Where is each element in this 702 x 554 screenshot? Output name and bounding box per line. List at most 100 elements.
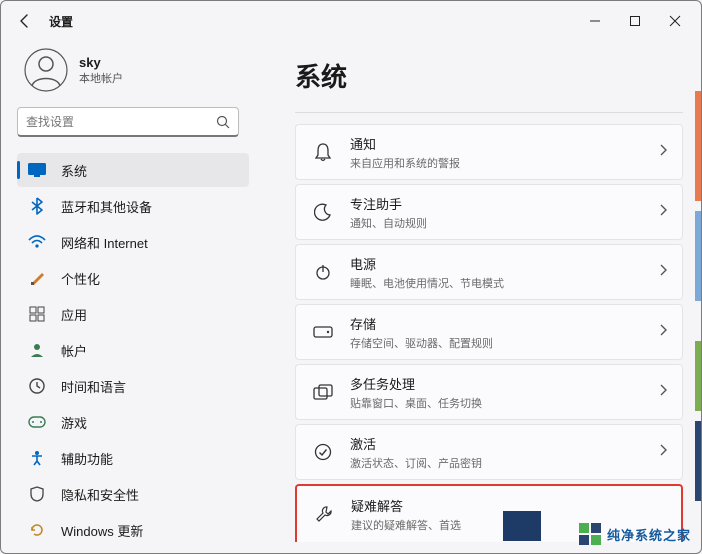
- sidebar-item-label: 隐私和安全性: [61, 485, 139, 504]
- multitask-icon: [312, 381, 334, 403]
- wrench-icon: [313, 503, 335, 525]
- sidebar-item-time-language[interactable]: 时间和语言: [17, 369, 249, 403]
- chevron-right-icon: [658, 323, 668, 342]
- body: sky 本地帐户 系统: [1, 41, 701, 553]
- storage-icon: [312, 321, 334, 343]
- main-content: 系统 通知 来自应用和系统的警报: [249, 41, 701, 553]
- wifi-icon: [27, 232, 47, 252]
- setting-subtitle: 来自应用和系统的警报: [350, 155, 658, 171]
- setting-subtitle: 通知、自动规则: [350, 215, 658, 231]
- arrow-left-icon: [17, 13, 33, 29]
- account-type: 本地帐户: [79, 70, 123, 86]
- sidebar-item-label: 蓝牙和其他设备: [61, 197, 152, 216]
- sidebar-item-label: Windows 更新: [61, 521, 143, 540]
- sidebar-item-accessibility[interactable]: 辅助功能: [17, 441, 249, 475]
- maximize-icon: [629, 15, 641, 27]
- back-button[interactable]: [11, 7, 39, 35]
- setting-item-power[interactable]: 电源 睡眠、电池使用情况、节电模式: [295, 244, 683, 300]
- search-input[interactable]: [26, 115, 216, 129]
- previous-item-edge: [295, 112, 683, 118]
- sidebar-item-apps[interactable]: 应用: [17, 297, 249, 331]
- setting-title: 电源: [350, 254, 658, 273]
- setting-title: 激活: [350, 434, 658, 453]
- edge-decoration: [695, 211, 701, 301]
- accessibility-icon: [27, 448, 47, 468]
- avatar: [23, 47, 69, 93]
- edge-decoration: [695, 341, 701, 411]
- minimize-button[interactable]: [575, 7, 615, 35]
- setting-title: 多任务处理: [350, 374, 658, 393]
- moon-icon: [312, 201, 334, 223]
- chevron-right-icon: [658, 203, 668, 222]
- sidebar-item-label: 应用: [61, 305, 87, 324]
- paintbrush-icon: [27, 268, 47, 288]
- sidebar-item-label: 个性化: [61, 269, 100, 288]
- chevron-right-icon: [658, 383, 668, 402]
- setting-subtitle: 贴靠窗口、桌面、任务切换: [350, 395, 658, 411]
- close-icon: [669, 15, 681, 27]
- setting-title: 存储: [350, 314, 658, 333]
- sidebar-item-accounts[interactable]: 帐户: [17, 333, 249, 367]
- setting-item-activation[interactable]: 激活 激活状态、订阅、产品密钥: [295, 424, 683, 480]
- account-block[interactable]: sky 本地帐户: [17, 47, 249, 93]
- update-icon: [27, 520, 47, 540]
- sidebar-item-system[interactable]: 系统: [17, 153, 249, 187]
- person-icon: [24, 48, 68, 92]
- search-icon: [216, 115, 230, 129]
- setting-title: 通知: [350, 134, 658, 153]
- titlebar: 设置: [1, 1, 701, 41]
- watermark: 纯净系统之家: [579, 523, 691, 545]
- sidebar-item-windows-update[interactable]: Windows 更新: [17, 513, 249, 547]
- accounts-icon: [27, 340, 47, 360]
- gaming-icon: [27, 412, 47, 432]
- account-name: sky: [79, 55, 123, 70]
- clock-icon: [27, 376, 47, 396]
- sidebar-item-label: 时间和语言: [61, 377, 126, 396]
- chevron-right-icon: [658, 443, 668, 462]
- page-title: 系统: [295, 57, 683, 94]
- setting-item-notifications[interactable]: 通知 来自应用和系统的警报: [295, 124, 683, 180]
- power-icon: [312, 261, 334, 283]
- sidebar: sky 本地帐户 系统: [1, 41, 249, 553]
- watermark-text: 纯净系统之家: [607, 525, 691, 544]
- sidebar-item-label: 辅助功能: [61, 449, 113, 468]
- sidebar-item-gaming[interactable]: 游戏: [17, 405, 249, 439]
- maximize-button[interactable]: [615, 7, 655, 35]
- setting-subtitle: 存储空间、驱动器、配置规则: [350, 335, 658, 351]
- sidebar-item-bluetooth[interactable]: 蓝牙和其他设备: [17, 189, 249, 223]
- search-box[interactable]: [17, 107, 239, 137]
- setting-subtitle: 睡眠、电池使用情况、节电模式: [350, 275, 658, 291]
- setting-title: 专注助手: [350, 194, 658, 213]
- sidebar-item-label: 系统: [61, 161, 87, 180]
- settings-window: 设置: [0, 0, 702, 554]
- setting-item-multitasking[interactable]: 多任务处理 贴靠窗口、桌面、任务切换: [295, 364, 683, 420]
- edge-decoration: [695, 421, 701, 501]
- shield-icon: [27, 484, 47, 504]
- bluetooth-icon: [27, 196, 47, 216]
- overlay-occlusion: [503, 511, 541, 541]
- apps-icon: [27, 304, 47, 324]
- setting-item-storage[interactable]: 存储 存储空间、驱动器、配置规则: [295, 304, 683, 360]
- sidebar-nav: 系统 蓝牙和其他设备 网络和 Internet: [17, 153, 249, 547]
- sidebar-item-privacy[interactable]: 隐私和安全性: [17, 477, 249, 511]
- sidebar-item-personalization[interactable]: 个性化: [17, 261, 249, 295]
- edge-decoration: [695, 91, 701, 201]
- settings-list: 通知 来自应用和系统的警报 专注助手 通知、自动规则: [295, 112, 683, 542]
- sidebar-item-network[interactable]: 网络和 Internet: [17, 225, 249, 259]
- window-title: 设置: [49, 13, 73, 30]
- account-text: sky 本地帐户: [79, 55, 123, 86]
- watermark-logo-icon: [579, 523, 601, 545]
- setting-subtitle: 激活状态、订阅、产品密钥: [350, 455, 658, 471]
- setting-item-focus-assist[interactable]: 专注助手 通知、自动规则: [295, 184, 683, 240]
- close-button[interactable]: [655, 7, 695, 35]
- sidebar-item-label: 网络和 Internet: [61, 233, 148, 252]
- chevron-right-icon: [658, 143, 668, 162]
- window-controls: [575, 7, 695, 35]
- minimize-icon: [589, 15, 601, 27]
- activation-icon: [312, 441, 334, 463]
- sidebar-item-label: 游戏: [61, 413, 87, 432]
- chevron-right-icon: [658, 263, 668, 282]
- bell-icon: [312, 141, 334, 163]
- sidebar-item-label: 帐户: [61, 341, 87, 360]
- system-icon: [27, 160, 47, 180]
